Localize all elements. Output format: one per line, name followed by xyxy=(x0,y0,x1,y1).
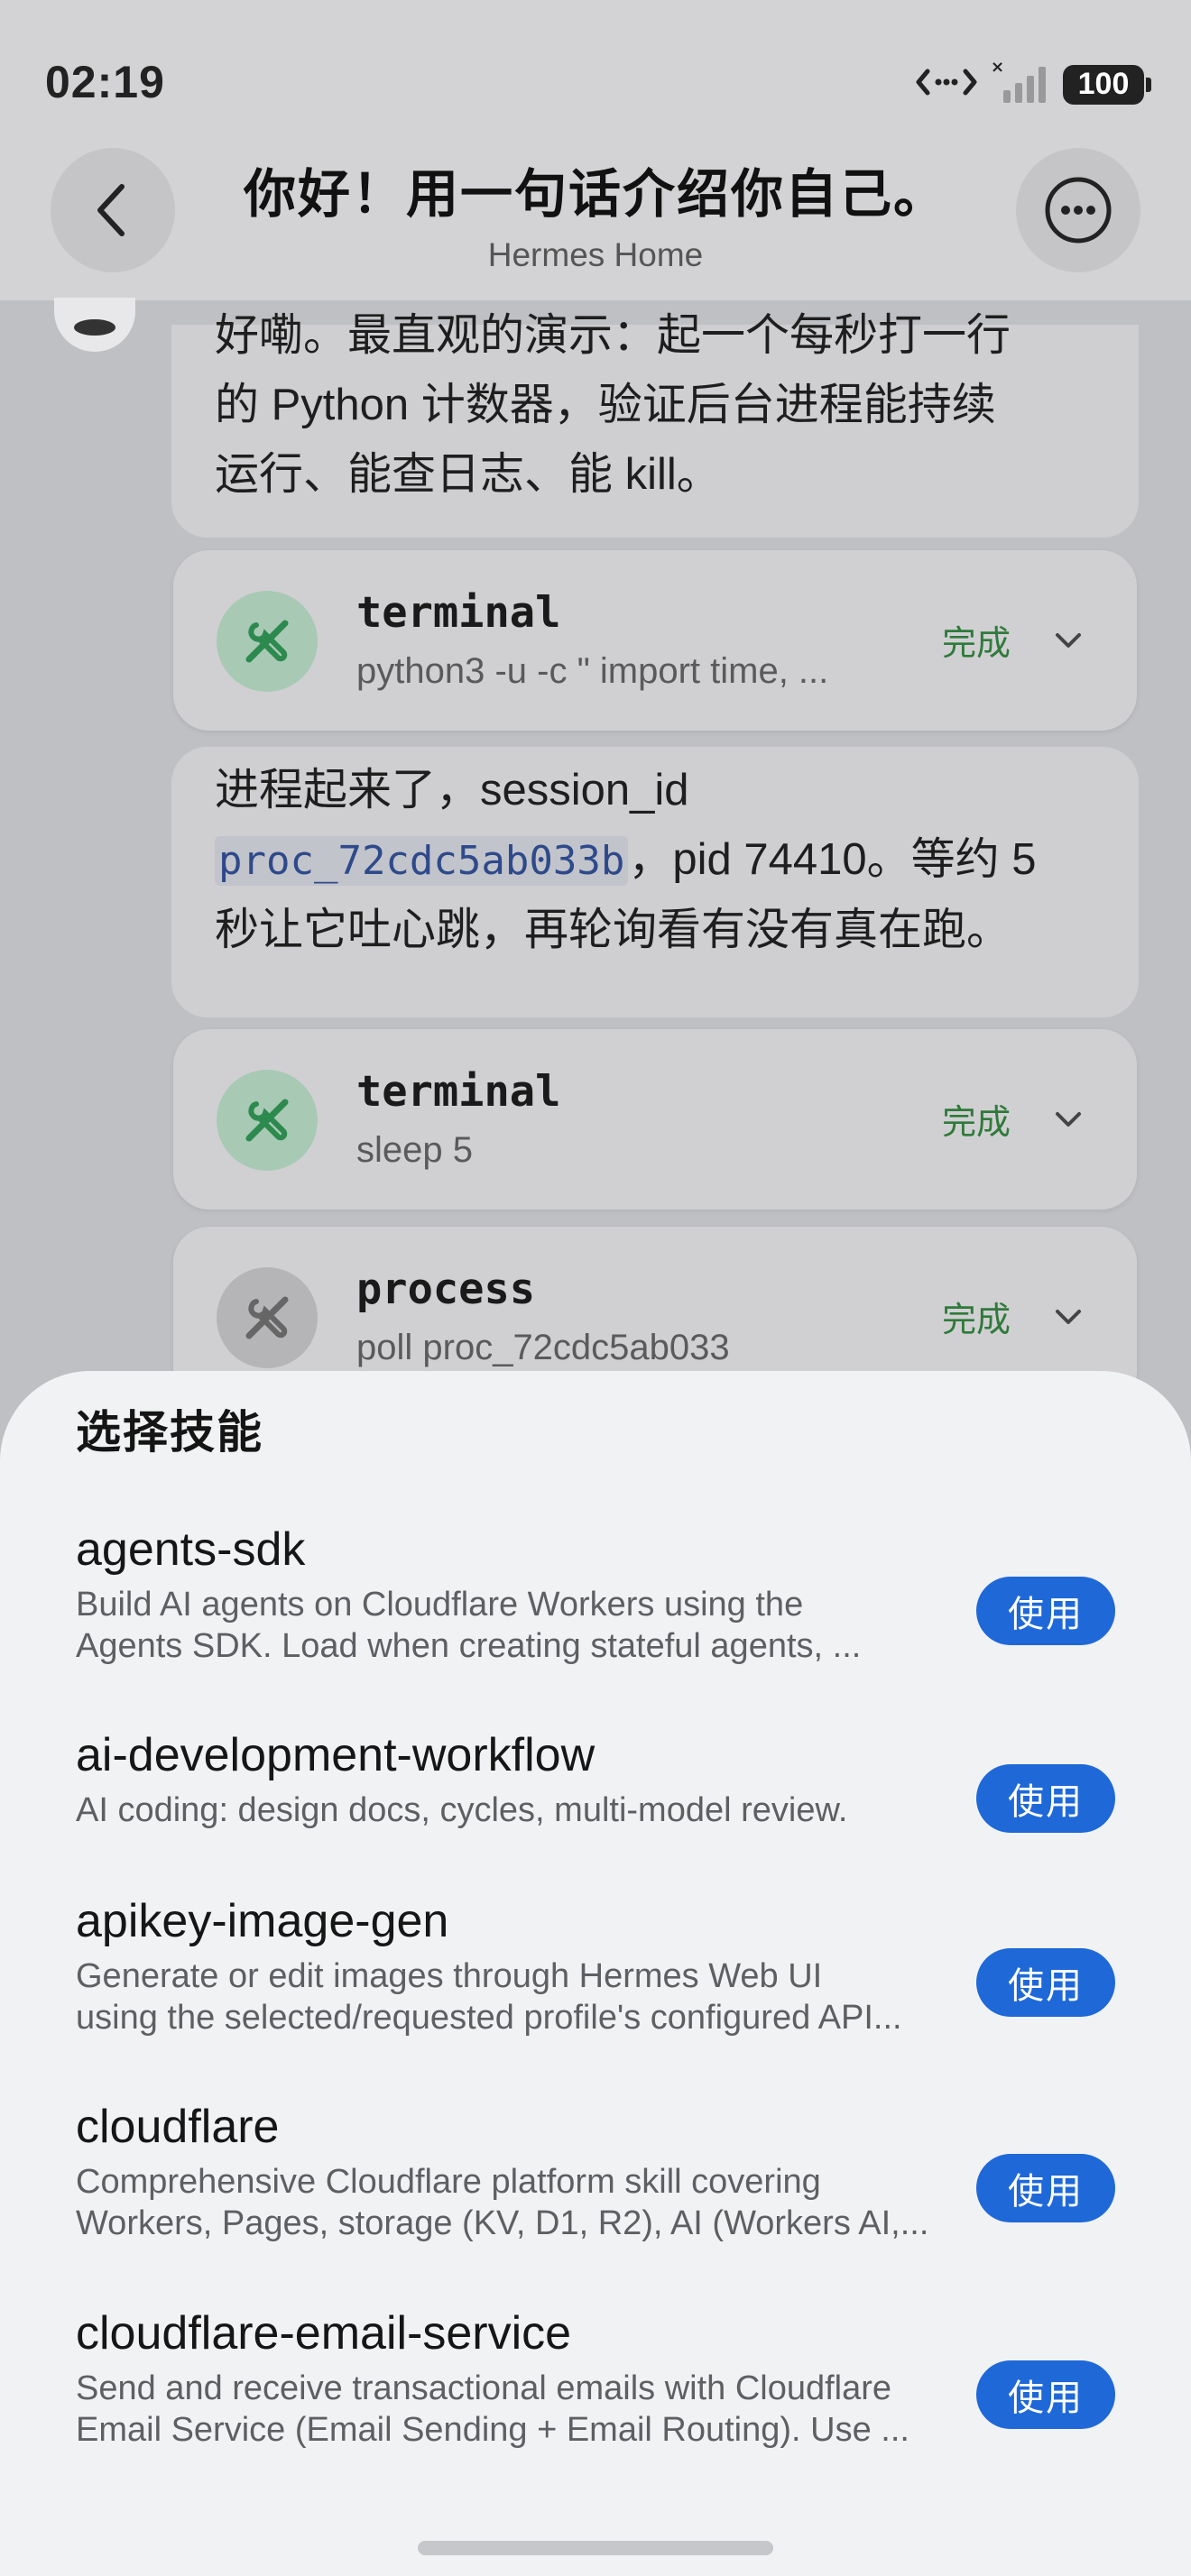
assistant-message: 好嘞。最直观的演示：起一个每秒打一行 的 Python 计数器，验证后台进程能持… xyxy=(171,311,1139,538)
tool-status: 完成 xyxy=(941,1302,1011,1339)
tool-call-card[interactable]: terminal python3 -u -c " import time, ..… xyxy=(173,550,1137,731)
message-line: 进程起来了，session_id xyxy=(215,766,689,814)
tool-command: poll proc_72cdc5ab033 xyxy=(356,1328,730,1367)
skill-description: Send and receive transactional emails wi… xyxy=(76,2368,942,2451)
message-line: 秒让它吐心跳，再轮询看有没有真在跑。 xyxy=(215,906,1011,954)
skill-desc-line: Agents SDK. Load when creating stateful … xyxy=(76,1627,862,1665)
wrench-screwdriver-icon xyxy=(245,1099,289,1142)
use-skill-button[interactable]: 使用 xyxy=(976,1764,1115,1833)
tool-call-card[interactable]: terminal sleep 5 完成 xyxy=(173,1029,1137,1210)
tool-name: process xyxy=(356,1265,536,1314)
skill-desc-line: Comprehensive Cloudflare platform skill … xyxy=(76,2163,821,2201)
tool-status: 完成 xyxy=(941,625,1011,663)
tool-command: python3 -u -c " import time, ... xyxy=(356,651,829,691)
top-bar: 02:19 × 100 你好！用一句话介绍你自己。 Hermes Home xyxy=(0,0,1191,300)
skill-description: Comprehensive Cloudflare platform skill … xyxy=(76,2161,942,2244)
skill-desc-line: AI coding: design docs, cycles, multi-mo… xyxy=(76,1791,848,1829)
data-transfer-icon xyxy=(915,64,978,105)
tool-icon xyxy=(217,1070,318,1171)
header-title-block: 你好！用一句话介绍你自己。 Hermes Home xyxy=(180,152,1011,274)
skill-item[interactable]: agents-sdk Build AI agents on Cloudflare… xyxy=(76,1523,1115,1667)
chevron-down-icon[interactable] xyxy=(1050,1101,1086,1137)
skill-name: cloudflare xyxy=(76,2101,280,2153)
back-button[interactable] xyxy=(51,148,175,272)
assistant-message: 进程起来了，session_id proc_72cdc5ab033b，pid 7… xyxy=(171,747,1139,1017)
skill-picker-sheet: 选择技能 agents-sdk Build AI agents on Cloud… xyxy=(0,1371,1191,2576)
battery-icon: 100 xyxy=(1063,64,1151,105)
use-skill-button[interactable]: 使用 xyxy=(976,2360,1115,2429)
skill-name: cloudflare-email-service xyxy=(76,2307,572,2360)
skill-name: agents-sdk xyxy=(76,1523,306,1576)
tool-icon xyxy=(217,1267,318,1368)
skill-item[interactable]: cloudflare-email-service Send and receiv… xyxy=(76,2306,1115,2451)
svg-text:×: × xyxy=(991,60,1004,77)
sheet-title: 选择技能 xyxy=(76,1407,263,1458)
message-line: 运行、能查日志、能 kill。 xyxy=(215,450,721,499)
page-subtitle: Hermes Home xyxy=(487,236,704,273)
tool-name: terminal xyxy=(356,588,561,638)
skill-description: AI coding: design docs, cycles, multi-mo… xyxy=(76,1789,942,1831)
status-time: 02:19 xyxy=(45,57,165,107)
chevron-down-icon[interactable] xyxy=(1050,622,1086,658)
wrench-screwdriver-icon xyxy=(245,1296,289,1339)
skill-item[interactable]: ai-development-workflow AI coding: desig… xyxy=(76,1728,1115,1833)
wrench-screwdriver-icon xyxy=(245,620,289,663)
signal-icon: × xyxy=(991,58,1050,109)
skill-desc-line: using the selected/requested profile's c… xyxy=(76,1999,902,2037)
skill-name: ai-development-workflow xyxy=(76,1729,596,1781)
tool-command: sleep 5 xyxy=(356,1130,473,1170)
page-title: 你好！用一句话介绍你自己。 xyxy=(243,165,947,224)
chevron-down-icon[interactable] xyxy=(1050,1299,1086,1335)
status-icons: × 100 xyxy=(915,58,1151,109)
message-line: 好嘞。最直观的演示：起一个每秒打一行 xyxy=(215,311,1011,360)
skill-name: apikey-image-gen xyxy=(76,1895,449,1947)
more-options-icon xyxy=(1045,177,1112,244)
chevron-left-icon xyxy=(97,184,125,236)
use-skill-button[interactable]: 使用 xyxy=(976,2154,1115,2222)
skill-desc-line: Workers, Pages, storage (KV, D1, R2), AI… xyxy=(76,2204,929,2242)
use-skill-button[interactable]: 使用 xyxy=(976,1577,1115,1645)
skill-description: Generate or edit images through Hermes W… xyxy=(76,1955,942,2038)
message-text: ，pid 74410。等约 5 xyxy=(628,835,1037,884)
use-skill-button[interactable]: 使用 xyxy=(976,1948,1115,2017)
skill-description: Build AI agents on Cloudflare Workers us… xyxy=(76,1584,942,1667)
tool-name: terminal xyxy=(356,1067,561,1117)
more-button[interactable] xyxy=(1016,148,1140,272)
session-id-code: proc_72cdc5ab033b xyxy=(215,836,629,886)
chat-screen: 02:19 × 100 你好！用一句话介绍你自己。 Hermes Home 好嘞… xyxy=(0,0,1191,2576)
skill-item[interactable]: apikey-image-gen Generate or edit images… xyxy=(76,1894,1115,2038)
skill-desc-line: Build AI agents on Cloudflare Workers us… xyxy=(76,1586,804,1624)
skill-desc-line: Send and receive transactional emails wi… xyxy=(76,2369,892,2407)
home-indicator[interactable] xyxy=(418,2541,773,2555)
skill-item[interactable]: cloudflare Comprehensive Cloudflare plat… xyxy=(76,2100,1115,2244)
tool-status: 完成 xyxy=(941,1104,1011,1142)
skill-desc-line: Generate or edit images through Hermes W… xyxy=(76,1957,823,1995)
assistant-avatar xyxy=(54,298,135,352)
message-line: 的 Python 计数器，验证后台进程能持续 xyxy=(215,381,996,429)
tool-icon xyxy=(217,591,318,692)
skill-desc-line: Email Service (Email Sending + Email Rou… xyxy=(76,2411,909,2449)
